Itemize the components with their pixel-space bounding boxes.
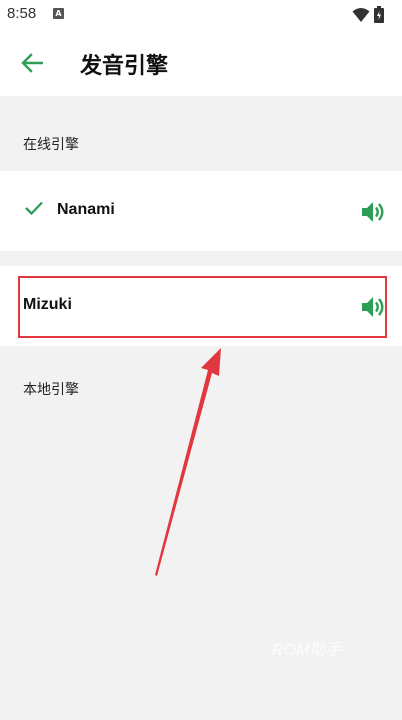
engine-name-mizuki: Mizuki	[23, 296, 72, 313]
watermark: ROM助手	[272, 642, 342, 659]
notification-a-icon: A	[53, 8, 64, 19]
battery-icon	[374, 6, 384, 23]
back-arrow-icon	[21, 53, 43, 73]
speaker-icon[interactable]	[360, 199, 386, 225]
page-title: 发音引擎	[80, 54, 169, 79]
section-header-local: 本地引擎	[23, 382, 79, 398]
annotation-arrow	[155, 348, 221, 576]
status-icons	[352, 6, 384, 23]
engine-name-nanami: Nanami	[57, 201, 115, 218]
status-time: 8:58	[7, 5, 37, 22]
speaker-icon[interactable]	[360, 294, 386, 320]
check-icon	[25, 201, 43, 216]
app-bar: 发音引擎	[0, 30, 402, 96]
wifi-icon	[352, 7, 370, 22]
back-button[interactable]	[18, 49, 46, 77]
status-bar: 8:58 A	[0, 0, 402, 30]
engine-row-mizuki[interactable]: Mizuki	[0, 266, 402, 346]
engine-row-nanami[interactable]: Nanami	[0, 171, 402, 251]
section-header-online: 在线引擎	[23, 137, 79, 153]
